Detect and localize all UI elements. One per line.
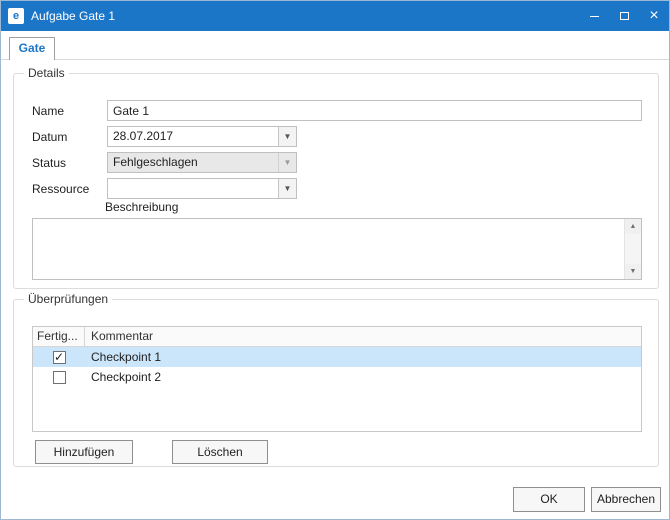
- window-title: Aufgabe Gate 1: [31, 9, 579, 23]
- table-row[interactable]: Checkpoint 2: [33, 367, 641, 387]
- checkpoints-table: Fertig... Kommentar ✓ Checkpoint 1 Check…: [32, 326, 642, 432]
- ressource-combobox[interactable]: ▼: [107, 178, 297, 199]
- maximize-button[interactable]: [609, 1, 639, 31]
- ressource-label: Ressource: [32, 182, 107, 196]
- maximize-icon: [620, 12, 629, 20]
- abbrechen-button[interactable]: Abbrechen: [591, 487, 661, 512]
- details-legend: Details: [24, 66, 69, 80]
- tab-gate[interactable]: Gate: [9, 37, 55, 60]
- status-value: Fehlgeschlagen: [108, 153, 278, 172]
- datum-row: Datum 28.07.2017 ▼: [32, 126, 297, 147]
- checks-legend: Überprüfungen: [24, 292, 112, 306]
- status-row: Status Fehlgeschlagen ▼: [32, 152, 297, 173]
- beschreibung-value[interactable]: [33, 219, 624, 279]
- ressource-value: [108, 179, 278, 198]
- datum-value: 28.07.2017: [108, 127, 278, 146]
- app-icon: e: [8, 8, 24, 24]
- details-group: Details Name Datum 28.07.2017 ▼ Status F…: [13, 73, 659, 289]
- close-button[interactable]: ×: [639, 1, 669, 31]
- minimize-icon: [590, 16, 599, 17]
- close-icon: ×: [649, 8, 658, 24]
- dialog-content: Gate Details Name Datum 28.07.2017 ▼ Sta…: [1, 31, 669, 519]
- status-combobox: Fehlgeschlagen ▼: [107, 152, 297, 173]
- table-row[interactable]: ✓ Checkpoint 1: [33, 347, 641, 367]
- kommentar-cell[interactable]: Checkpoint 1: [85, 350, 641, 364]
- checks-group: Überprüfungen Fertig... Kommentar ✓ Chec…: [13, 299, 659, 467]
- loeschen-button[interactable]: Löschen: [172, 440, 268, 464]
- beschreibung-textarea[interactable]: ▲ ▼: [32, 218, 642, 280]
- checkbox-unchecked[interactable]: [53, 371, 66, 384]
- scroll-down-icon[interactable]: ▼: [625, 264, 641, 279]
- minimize-button[interactable]: [579, 1, 609, 31]
- name-input[interactable]: [107, 100, 642, 121]
- kommentar-cell[interactable]: Checkpoint 2: [85, 370, 641, 384]
- name-label: Name: [32, 104, 107, 118]
- table-header: Fertig... Kommentar: [33, 327, 641, 347]
- column-header-fertig[interactable]: Fertig...: [33, 327, 85, 346]
- chevron-down-icon[interactable]: ▼: [278, 127, 296, 146]
- status-label: Status: [32, 156, 107, 170]
- name-row: Name: [32, 100, 642, 121]
- titlebar[interactable]: e Aufgabe Gate 1 ×: [1, 1, 669, 31]
- datum-combobox[interactable]: 28.07.2017 ▼: [107, 126, 297, 147]
- chevron-down-icon: ▼: [278, 153, 296, 172]
- hinzufuegen-button[interactable]: Hinzufügen: [35, 440, 133, 464]
- ressource-row: Ressource ▼: [32, 178, 297, 199]
- column-header-kommentar[interactable]: Kommentar: [85, 327, 641, 346]
- checkbox-checked[interactable]: ✓: [53, 351, 66, 364]
- dialog-window: e Aufgabe Gate 1 × Gate Details Name Dat…: [0, 0, 670, 520]
- fertig-cell: ✓: [33, 351, 85, 364]
- beschreibung-label: Beschreibung: [105, 200, 178, 214]
- tabstrip-divider: [1, 59, 669, 60]
- textarea-scrollbar[interactable]: ▲ ▼: [624, 219, 641, 279]
- chevron-down-icon[interactable]: ▼: [278, 179, 296, 198]
- datum-label: Datum: [32, 130, 107, 144]
- fertig-cell: [33, 371, 85, 384]
- scroll-up-icon[interactable]: ▲: [625, 219, 641, 234]
- ok-button[interactable]: OK: [513, 487, 585, 512]
